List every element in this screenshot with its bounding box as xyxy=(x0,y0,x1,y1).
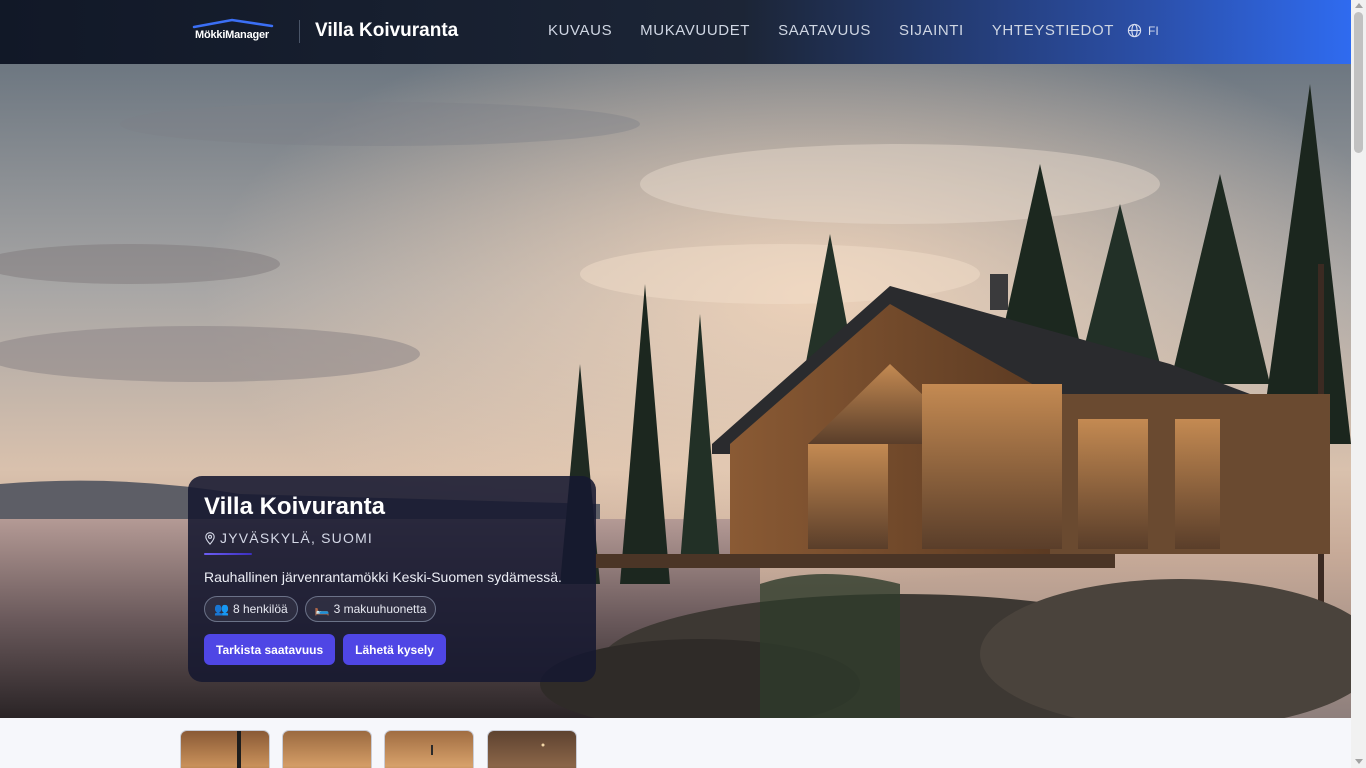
location-text: JYVÄSKYLÄ, SUOMI xyxy=(220,530,374,546)
property-description: Rauhallinen järvenrantamökki Keski-Suome… xyxy=(204,569,562,585)
nav-saatavuus[interactable]: SAATAVUUS xyxy=(778,22,871,39)
scroll-down-arrow-icon[interactable] xyxy=(1355,759,1363,764)
thumbnail-3-image xyxy=(431,745,433,755)
guests-badge: 👥 8 henkilöä xyxy=(204,596,298,622)
guests-label: 8 henkilöä xyxy=(232,602,288,616)
scroll-up-arrow-icon[interactable] xyxy=(1355,3,1363,8)
gallery-thumbnails xyxy=(0,718,1351,768)
property-title: Villa Koivuranta xyxy=(204,493,385,520)
hero-section: Villa Koivuranta JYVÄSKYLÄ, SUOMI Rauhal… xyxy=(0,64,1351,718)
thumbnail-3[interactable] xyxy=(384,730,474,768)
scrollbar-thumb[interactable] xyxy=(1354,12,1363,153)
header-divider xyxy=(299,20,300,43)
bedrooms-badge: 🛏️ 3 makuuhuonetta xyxy=(304,596,437,622)
site-header: MökkiManager Villa Koivuranta KUVAUS MUK… xyxy=(0,0,1351,64)
bed-icon: 🛏️ xyxy=(314,602,330,616)
language-switcher[interactable]: FI xyxy=(1127,23,1159,38)
people-icon: 👥 xyxy=(214,602,229,616)
bedrooms-label: 3 makuuhuonetta xyxy=(333,602,427,616)
thumbnail-2[interactable] xyxy=(282,730,372,768)
property-location: JYVÄSKYLÄ, SUOMI xyxy=(204,530,373,546)
thumbnail-4[interactable] xyxy=(487,730,577,768)
mokkimanager-logo[interactable]: MökkiManager xyxy=(192,18,274,44)
thumbnail-1[interactable] xyxy=(180,730,270,768)
hero-actions: Tarkista saatavuus Lähetä kysely xyxy=(204,634,446,665)
logo-text: MökkiManager xyxy=(195,29,270,41)
property-info-card: Villa Koivuranta JYVÄSKYLÄ, SUOMI Rauhal… xyxy=(188,476,596,682)
thumbnail-1-image xyxy=(237,731,241,768)
nav-yhteystiedot[interactable]: YHTEYSTIEDOT xyxy=(992,22,1114,39)
location-pin-icon xyxy=(205,531,215,545)
nav-sijainti[interactable]: SIJAINTI xyxy=(899,22,964,39)
title-accent-line xyxy=(204,553,252,555)
page-scrollbar[interactable] xyxy=(1351,0,1366,768)
check-availability-button[interactable]: Tarkista saatavuus xyxy=(204,634,336,665)
site-title[interactable]: Villa Koivuranta xyxy=(315,20,458,42)
nav-mukavuudet[interactable]: MUKAVUUDET xyxy=(640,22,750,39)
thumbnail-4-image xyxy=(541,743,545,747)
main-nav: KUVAUS MUKAVUUDET SAATAVUUS SIJAINTI YHT… xyxy=(548,22,1142,39)
send-inquiry-button[interactable]: Lähetä kysely xyxy=(343,634,446,665)
globe-icon xyxy=(1127,23,1142,38)
nav-kuvaus[interactable]: KUVAUS xyxy=(548,22,612,39)
property-badges: 👥 8 henkilöä 🛏️ 3 makuuhuonetta xyxy=(204,596,437,622)
language-label: FI xyxy=(1148,23,1159,38)
